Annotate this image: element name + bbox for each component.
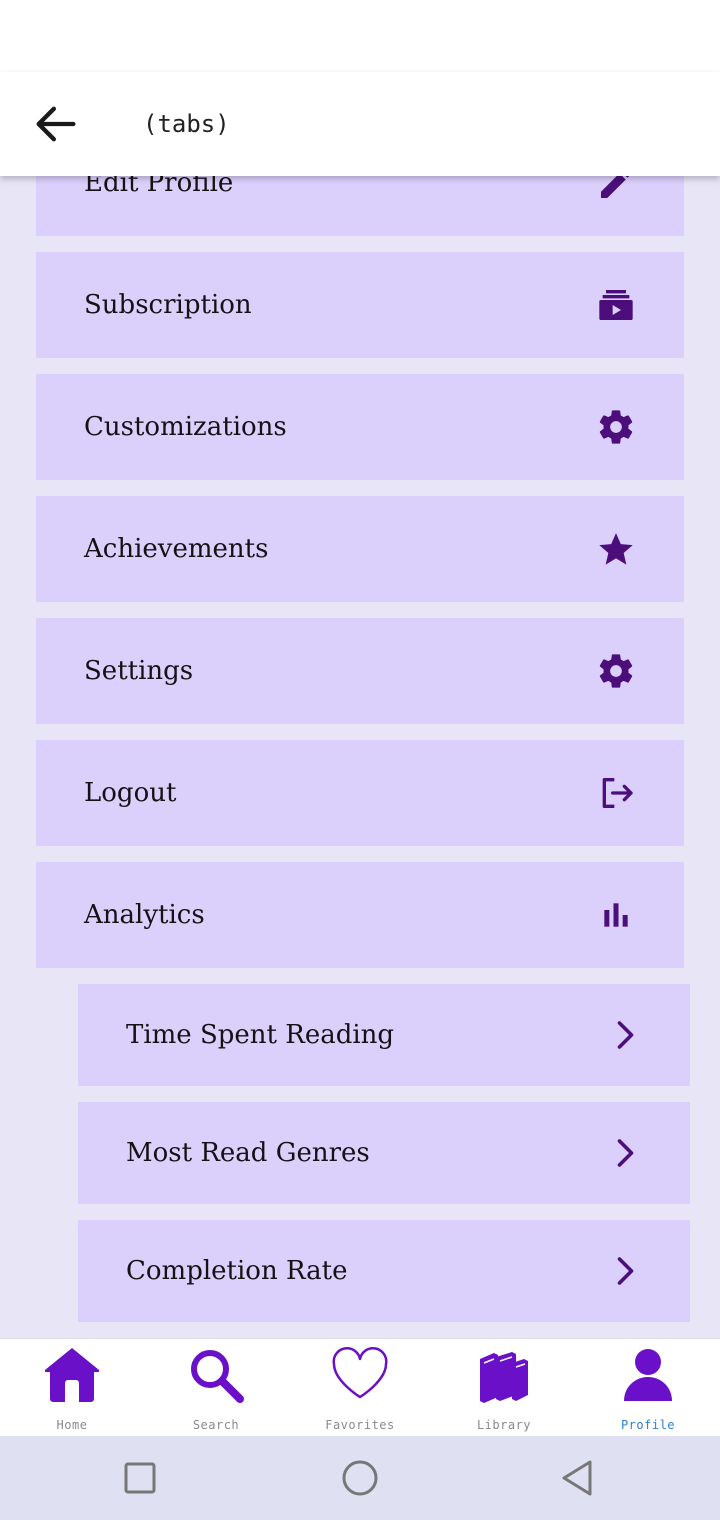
profile-menu-list: Edit Profile Subscription Customizations… (0, 176, 720, 1338)
tab-library[interactable]: Library (432, 1339, 576, 1436)
back-button[interactable] (30, 98, 82, 150)
tab-favorites[interactable]: Favorites (288, 1339, 432, 1436)
tab-label: Search (192, 1418, 240, 1432)
sub-item-label: Completion Rate (126, 1256, 348, 1286)
tab-profile[interactable]: Profile (576, 1339, 720, 1436)
menu-item-customizations[interactable]: Customizations (36, 374, 684, 480)
gear-icon (596, 407, 636, 447)
arrow-left-icon (30, 98, 82, 150)
bar-chart-icon (596, 895, 636, 935)
system-nav-bar (0, 1436, 720, 1520)
search-icon (186, 1345, 246, 1405)
gear-icon (596, 651, 636, 691)
back-triangle-icon[interactable] (558, 1458, 598, 1498)
pencil-icon (596, 176, 636, 203)
tab-label: Home (56, 1418, 88, 1432)
menu-item-analytics[interactable]: Analytics (36, 862, 684, 968)
logout-icon (596, 773, 636, 813)
subscription-icon (596, 285, 636, 325)
menu-item-label: Subscription (84, 290, 252, 320)
menu-item-settings[interactable]: Settings (36, 618, 684, 724)
star-icon (596, 529, 636, 569)
menu-item-label: Analytics (84, 900, 205, 930)
sub-item-label: Time Spent Reading (126, 1020, 395, 1050)
app-header: (tabs) (0, 72, 720, 176)
menu-item-achievements[interactable]: Achievements (36, 496, 684, 602)
analytics-item-time-spent-reading[interactable]: Time Spent Reading (78, 984, 690, 1086)
page-title: (tabs) (143, 110, 230, 138)
menu-item-label: Edit Profile (84, 176, 234, 198)
tab-search[interactable]: Search (144, 1339, 288, 1436)
menu-item-label: Settings (84, 656, 194, 686)
menu-item-label: Achievements (84, 534, 269, 564)
menu-item-logout[interactable]: Logout (36, 740, 684, 846)
home-circle-icon[interactable] (340, 1458, 380, 1498)
menu-item-label: Customizations (84, 412, 287, 442)
menu-item-edit-profile[interactable]: Edit Profile (36, 176, 684, 236)
tab-label: Favorites (325, 1418, 395, 1432)
tab-home[interactable]: Home (0, 1339, 144, 1436)
bottom-tab-bar: Home Search Favorites Library Profile (0, 1338, 720, 1436)
status-bar (0, 0, 720, 72)
sub-item-label: Most Read Genres (126, 1138, 370, 1168)
analytics-item-most-read-genres[interactable]: Most Read Genres (78, 1102, 690, 1204)
chevron-right-icon (606, 1017, 642, 1053)
recents-icon[interactable] (120, 1458, 160, 1498)
books-icon (474, 1345, 534, 1405)
heart-icon (330, 1345, 390, 1405)
tab-label: Library (476, 1418, 532, 1432)
chevron-right-icon (606, 1135, 642, 1171)
tab-label: Profile (620, 1418, 676, 1432)
analytics-item-completion-rate[interactable]: Completion Rate (78, 1220, 690, 1322)
menu-item-label: Logout (84, 778, 177, 808)
home-icon (42, 1345, 102, 1405)
chevron-right-icon (606, 1253, 642, 1289)
menu-item-subscription[interactable]: Subscription (36, 252, 684, 358)
user-icon (618, 1345, 678, 1405)
